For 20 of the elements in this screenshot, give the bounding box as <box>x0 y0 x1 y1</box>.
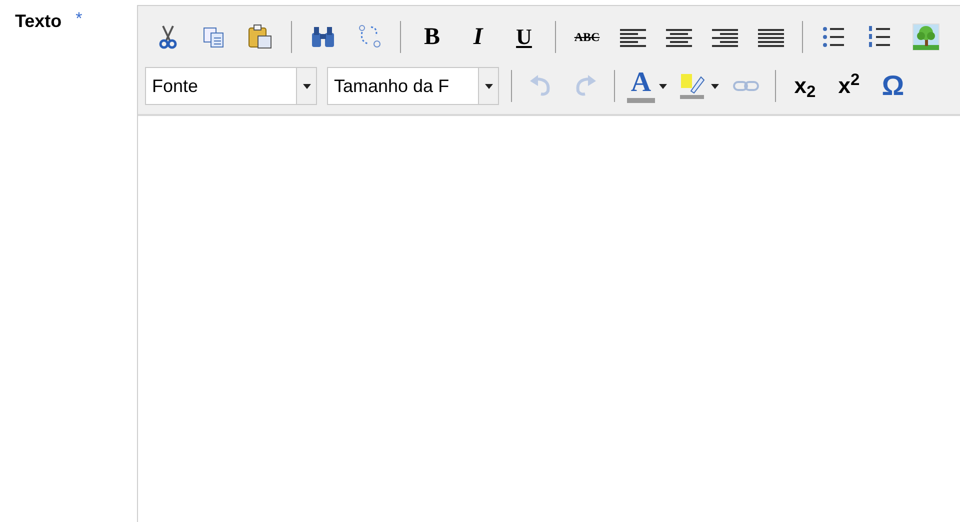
highlighter-icon <box>677 71 707 101</box>
special-character-button[interactable]: Ω <box>876 69 910 103</box>
underline-button[interactable]: U <box>507 20 541 54</box>
required-mark: * <box>76 8 82 30</box>
dropdown[interactable]: Fonte <box>145 67 317 105</box>
dropdown-caret-icon <box>484 84 492 88</box>
dropdown-value: Tamanho da F <box>333 74 450 98</box>
field-label: Texto <box>15 10 62 33</box>
tree-image-icon <box>911 22 941 52</box>
strikethrough-button[interactable]: ABC <box>570 20 604 54</box>
italic-button[interactable]: I <box>461 20 495 54</box>
bold-button[interactable]: B <box>415 20 449 54</box>
dropdown-caret-icon <box>302 84 310 88</box>
dropdown-value: Fonte <box>151 74 200 98</box>
text-color-button[interactable]: A <box>627 69 667 103</box>
superscript-button[interactable]: x$^{2}$ <box>832 69 866 103</box>
dropdown-caret-icon <box>711 84 719 88</box>
dropdown-caret-icon <box>659 84 667 88</box>
dropdown[interactable]: Tamanho da F <box>327 67 499 105</box>
subscript-button[interactable]: x$_{2}$ <box>788 69 822 103</box>
